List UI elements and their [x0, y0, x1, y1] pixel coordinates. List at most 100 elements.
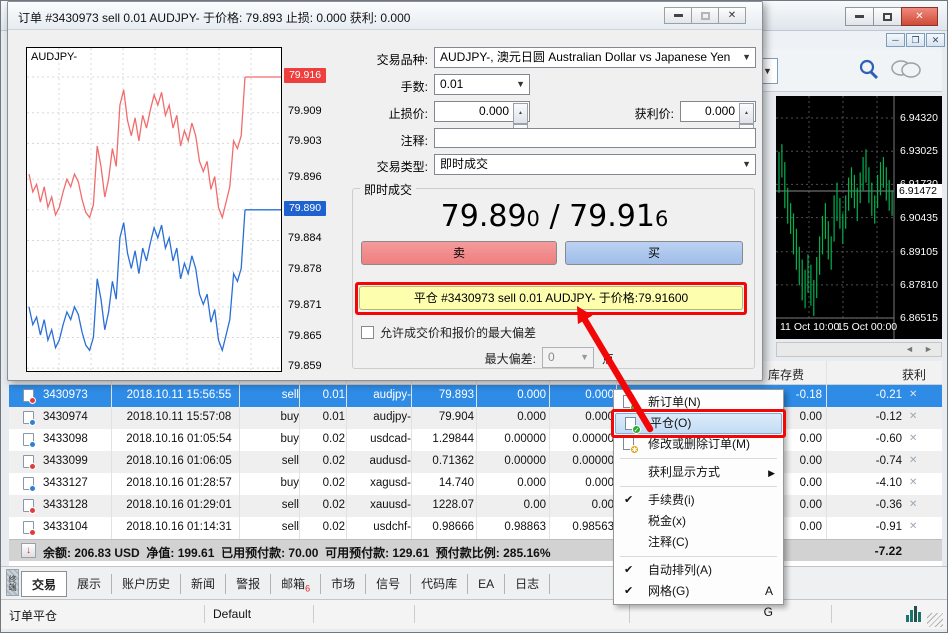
cell-time: 2018.10.16 01:05:54: [113, 433, 245, 445]
execution-group-title: 即时成交: [360, 181, 416, 198]
balance-text: 余额: 206.83 USD 净值: 199.61 已用预付款: 70.00 可…: [43, 544, 551, 561]
close-order-icon[interactable]: ✕: [909, 389, 917, 400]
menu-item-new-order[interactable]: +新订单(N)F9: [614, 392, 783, 413]
max-deviation-unit: 点: [602, 350, 614, 367]
take-profit-input[interactable]: 0.000▲▼: [680, 101, 756, 122]
close-order-icon[interactable]: ✕: [909, 411, 917, 422]
chart-minimize-icon[interactable]: ─: [886, 33, 905, 47]
comment-label: 注释:: [308, 132, 428, 149]
scroll-right-icon[interactable]: ►: [924, 344, 933, 354]
symbol-select[interactable]: AUDJPY-, 澳元日圆 Australian Dollar vs Japan…: [434, 47, 756, 68]
cell-sl: 0.000: [480, 477, 546, 489]
stop-loss-input[interactable]: 0.000▲▼: [434, 101, 530, 122]
sell-button[interactable]: 卖: [361, 241, 557, 265]
scroll-left-icon[interactable]: ◄: [905, 344, 914, 354]
menu-item-item11[interactable]: ✔网格(G)G: [614, 581, 783, 602]
comment-input[interactable]: [434, 128, 756, 148]
menu-separator: [620, 556, 777, 557]
tick-axis-label: 79.878: [288, 263, 332, 275]
menu-item-item7[interactable]: 税金(x): [614, 511, 783, 532]
status-profile[interactable]: Default: [213, 607, 251, 621]
cell-profit: -0.91: [834, 521, 902, 533]
deviation-checkbox-row: 允许成交价和报价的最大偏差: [361, 324, 536, 341]
chart-horizontal-scrollbar[interactable]: ◄ ►: [776, 342, 942, 357]
cell-symbol: usdchf-: [349, 521, 411, 533]
close-order-icon[interactable]: ✕: [909, 433, 917, 444]
cell-symbol: audusd-: [349, 455, 411, 467]
tick-chart-symbol: AUDJPY-: [31, 51, 77, 63]
search-icon[interactable]: [856, 57, 882, 83]
cell-id: 3433099: [43, 455, 113, 467]
deviation-checkbox-label: 允许成交价和报价的最大偏差: [380, 324, 536, 341]
chart-date-label: 15 Oct 00:00: [837, 321, 897, 333]
chart-close-icon[interactable]: ✕: [926, 33, 945, 47]
dialog-close-icon[interactable]: ✕: [718, 7, 746, 24]
cell-symbol: xauusd-: [349, 499, 411, 511]
chart-axis-label: 6.90435: [900, 212, 938, 224]
dialog-titlebar[interactable]: 订单 #3430973 sell 0.01 AUDJPY- 于价格: 79.89…: [8, 2, 762, 30]
checkmark-icon: ✔: [624, 560, 633, 581]
cell-id: 3430974: [43, 411, 113, 423]
tab-市场[interactable]: 市场: [321, 574, 366, 594]
minimize-icon[interactable]: [845, 7, 874, 26]
menu-shortcut: G: [764, 602, 773, 623]
buy-button[interactable]: 买: [565, 241, 743, 265]
tab-警报[interactable]: 警报: [226, 574, 271, 594]
cell-tp: 0.00: [548, 499, 614, 511]
close-order-icon[interactable]: ✕: [909, 499, 917, 510]
ticks-icon[interactable]: [906, 606, 922, 622]
menu-item-item8[interactable]: 注释(C): [614, 532, 783, 553]
tab-信号[interactable]: 信号: [366, 574, 411, 594]
menu-item-close-order[interactable]: ✓平仓(O): [615, 413, 782, 434]
cell-id: 3433104: [43, 521, 113, 533]
menu-item-modify-order[interactable]: ✱修改或删除订单(M): [614, 434, 783, 455]
tab-交易[interactable]: 交易: [21, 571, 67, 597]
order-type-select[interactable]: 即时成交▼: [434, 154, 756, 175]
maximize-icon[interactable]: [873, 7, 902, 26]
tab-邮箱[interactable]: 邮箱6: [271, 574, 321, 594]
cell-type: sell: [243, 455, 299, 467]
chart-restore-icon[interactable]: ❐: [906, 33, 925, 47]
close-icon[interactable]: ✕: [901, 7, 938, 26]
dialog-maximize-icon: [691, 7, 719, 24]
cell-lots: 0.02: [303, 477, 345, 489]
resize-grip[interactable]: [927, 613, 943, 627]
close-order-icon[interactable]: ✕: [909, 477, 917, 488]
close-order-icon[interactable]: ✕: [909, 455, 917, 466]
close-position-button[interactable]: 平仓 #3430973 sell 0.01 AUDJPY- 于价格:79.916…: [359, 286, 743, 310]
table-gridline: [411, 361, 412, 539]
menu-item-item4[interactable]: 获利显示方式▶: [614, 462, 783, 483]
tab-账户历史[interactable]: 账户历史: [112, 574, 181, 594]
tab-日志[interactable]: 日志: [505, 574, 550, 594]
tab-代码库[interactable]: 代码库: [411, 574, 468, 594]
usd-chart-panel[interactable]: 6.943206.930256.917306.904356.891056.878…: [776, 96, 942, 339]
dialog-minimize-icon[interactable]: [664, 7, 692, 24]
menu-item-item6[interactable]: ✔手续费(i): [614, 490, 783, 511]
chat-icon[interactable]: [890, 57, 922, 83]
cell-sl: 0.000: [480, 389, 546, 401]
sell-dot-icon: [29, 397, 36, 404]
terminal-side-grip[interactable]: 终端: [6, 569, 19, 596]
header-profit[interactable]: 获利: [854, 366, 926, 383]
cell-id: 3430973: [43, 389, 113, 401]
tab-EA[interactable]: EA: [468, 574, 505, 594]
status-separator: [204, 605, 205, 623]
order-type-label: 交易类型:: [308, 158, 428, 175]
tick-chart: AUDJPY-: [26, 47, 282, 372]
tab-展示[interactable]: 展示: [67, 574, 112, 594]
cell-time: 2018.10.16 01:28:57: [113, 477, 245, 489]
cell-time: 2018.10.11 15:57:08: [113, 411, 245, 423]
mdi-strip: ─ ❐ ✕: [758, 31, 942, 49]
deviation-checkbox[interactable]: [361, 326, 374, 339]
checkmark-icon: ✔: [624, 581, 633, 602]
volume-select[interactable]: 0.01▼: [434, 74, 530, 95]
tab-新闻[interactable]: 新闻: [181, 574, 226, 594]
menu-item-item10[interactable]: ✔自动排列(A)A: [614, 560, 783, 581]
table-gridline: [239, 361, 240, 539]
balance-icon: ↓: [21, 543, 36, 558]
menu-separator: [620, 458, 777, 459]
order-type-icon: [23, 389, 34, 402]
close-order-icon[interactable]: ✕: [909, 521, 917, 532]
cell-lots: 0.02: [303, 455, 345, 467]
max-deviation-label: 最大偏差:: [460, 350, 536, 367]
